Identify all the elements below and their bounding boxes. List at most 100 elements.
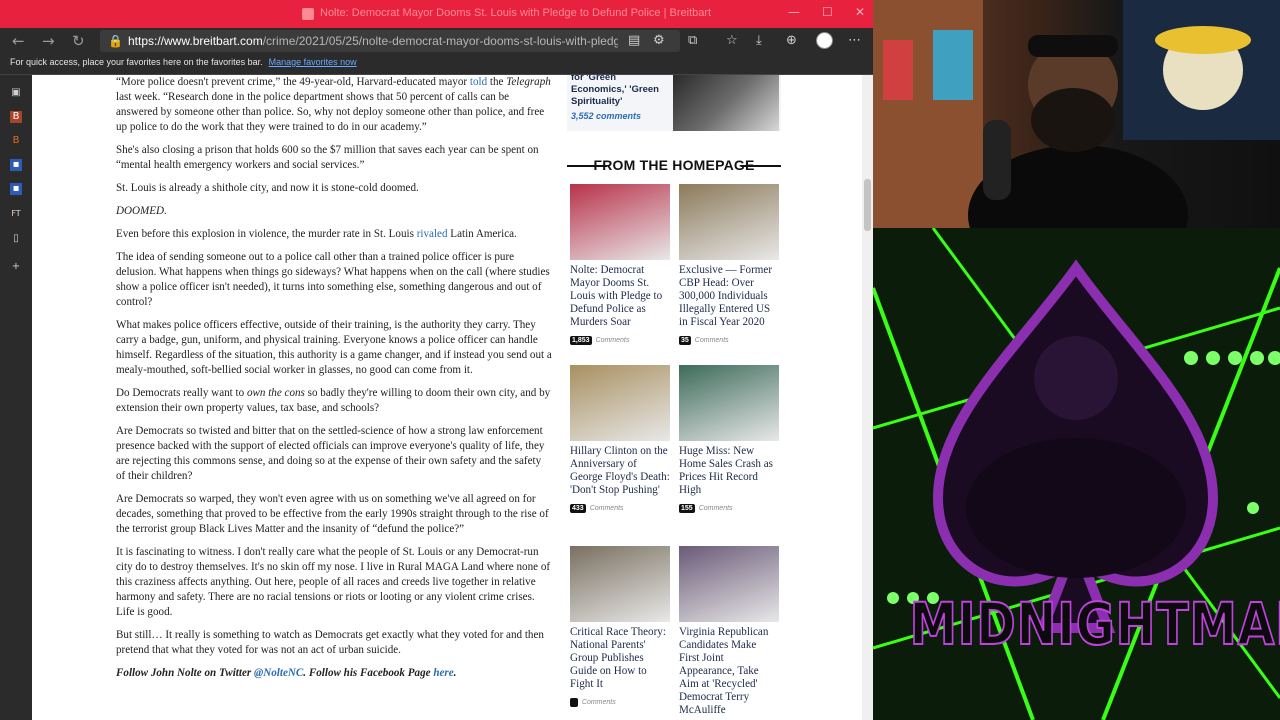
more-icon[interactable]: ⋯ [848, 33, 861, 48]
microphone [983, 120, 1011, 200]
article-paragraph: She's also closing a prison that holds 6… [116, 144, 539, 171]
homepage-card[interactable]: Nolte: Democrat Mayor Dooms St. Louis wi… [570, 184, 670, 345]
new-tab-plus-icon[interactable]: + [10, 261, 22, 273]
article-paragraph: “More police doesn't prevent crime,” the… [116, 76, 551, 133]
card-headline[interactable]: Nolte: Democrat Mayor Dooms St. Louis wi… [570, 264, 670, 329]
told-link[interactable]: told [470, 76, 487, 88]
extension-icon[interactable]: ⧉ [688, 33, 697, 48]
rivaled-link[interactable]: rivaled [417, 228, 448, 240]
card-comments[interactable]: 433 Comments [570, 499, 670, 513]
tab-document[interactable]: ▯ [10, 233, 22, 245]
favorites-bar: For quick access, place your favorites h… [0, 54, 873, 75]
card-thumbnail[interactable] [570, 365, 670, 441]
favorites-star-icon[interactable]: ☆ [726, 33, 738, 48]
streamer-beard [1031, 88, 1115, 152]
card-headline[interactable]: Hillary Clinton on the Anniversary of Ge… [570, 445, 670, 497]
card-comments[interactable]: 1,853 Comments [570, 331, 670, 345]
lock-icon: 🔒 [108, 34, 123, 48]
collections-icon[interactable]: ⊕ [786, 33, 797, 48]
card-thumbnail[interactable] [570, 184, 670, 260]
poster-left [933, 30, 973, 100]
comment-count-badge[interactable] [570, 697, 578, 707]
close-icon[interactable]: ✕ [855, 5, 865, 19]
article-body: “More police doesn't prevent crime,” the… [116, 75, 553, 689]
figure-box [883, 40, 913, 100]
author-follow-line: Follow John Nolte on Twitter @NolteNC. F… [116, 667, 457, 679]
article-paragraph: St. Louis is already a shithole city, an… [116, 182, 419, 194]
emblem-body [966, 438, 1186, 578]
card-comments[interactable]: 155 Comments [679, 499, 779, 513]
card-comments[interactable]: 35 Comments [679, 331, 779, 345]
card-thumbnail[interactable] [679, 184, 779, 260]
profile-icon[interactable] [816, 32, 833, 49]
article-paragraph: Are Democrats so warped, they won't even… [116, 493, 549, 535]
article-paragraph: What makes police officers effective, ou… [116, 319, 552, 376]
facebook-link[interactable]: here [433, 667, 453, 679]
minimize-icon[interactable]: — [788, 5, 800, 19]
homepage-card[interactable]: Huge Miss: New Home Sales Crash as Price… [679, 365, 779, 513]
forward-arrow-icon[interactable]: → [42, 32, 55, 50]
comments-label[interactable]: Comments [582, 699, 616, 706]
homepage-card[interactable]: Critical Race Theory: National Parents' … [570, 546, 670, 707]
refresh-icon[interactable]: ↻ [72, 32, 85, 50]
stream-overlay: MIDNIGHTMAN [873, 228, 1280, 720]
webcam-scene [873, 0, 1280, 228]
scroll-thumb[interactable] [864, 179, 871, 231]
homepage-card[interactable]: Virginia Republican Candidates Make Firs… [679, 546, 779, 720]
homepage-card[interactable]: Exclusive — Former CBP Head: Over 300,00… [679, 184, 779, 345]
comment-count-badge[interactable]: 155 [679, 503, 695, 513]
header-rule-right [741, 165, 781, 167]
comment-count-badge[interactable]: 433 [570, 503, 586, 513]
webcam-feed [873, 0, 1280, 228]
tracking-icon[interactable]: ⚙ [653, 33, 665, 48]
reader-mode-icon[interactable]: ▤ [628, 33, 640, 48]
article-paragraph: The idea of sending someone out to a pol… [116, 251, 550, 308]
article-paragraph: Do Democrats really want to own the cons… [116, 387, 551, 414]
twitter-handle-link[interactable]: @NolteNC [254, 667, 303, 679]
back-arrow-icon[interactable]: ← [12, 32, 25, 50]
url-text[interactable]: https://www.breitbart.com/crime/2021/05/… [128, 34, 618, 48]
comment-count-badge[interactable]: 1,853 [570, 335, 592, 345]
card-headline[interactable]: Virginia Republican Candidates Make Firs… [679, 626, 779, 717]
comments-label[interactable]: Comments [590, 505, 624, 512]
tab-breitbart-active[interactable]: B [10, 111, 22, 123]
comments-label[interactable]: Comments [596, 337, 630, 344]
browser-window: Nolte: Democrat Mayor Dooms St. Louis wi… [0, 0, 873, 720]
card-comments[interactable]: Comments [570, 693, 670, 707]
comments-label[interactable]: Comments [695, 337, 729, 344]
card-headline[interactable]: Huge Miss: New Home Sales Crash as Price… [679, 445, 779, 497]
card-thumbnail[interactable] [679, 365, 779, 441]
tab-actions-icon[interactable]: ▣ [10, 87, 22, 99]
top-story-text[interactable]: for 'Green Economics,' 'Green Spirituali… [571, 75, 671, 108]
tab-site-blue-1[interactable]: ▪ [10, 159, 22, 171]
sidebar-column: for 'Green Economics,' 'Green Spirituali… [567, 75, 781, 716]
emblem-head [1034, 336, 1118, 420]
article-paragraph: Even before this explosion in violence, … [116, 228, 517, 240]
favorites-bar-message: For quick access, place your favorites h… [10, 57, 357, 67]
article-paragraph: Are Democrats so twisted and bitter that… [116, 425, 545, 482]
article-paragraph: DOOMED. [116, 205, 167, 217]
manage-favorites-link[interactable]: Manage favorites now [269, 57, 357, 67]
card-headline[interactable]: Exclusive — Former CBP Head: Over 300,00… [679, 264, 779, 329]
downloads-icon[interactable]: ⤓ [756, 33, 762, 48]
durag [1028, 35, 1118, 57]
page-scrollbar[interactable] [862, 75, 873, 720]
maximize-icon[interactable]: ☐ [822, 5, 833, 19]
article-paragraph: But still… It really is something to wat… [116, 629, 544, 656]
top-story-card[interactable]: for 'Green Economics,' 'Green Spirituali… [567, 75, 781, 131]
title-bar: Nolte: Democrat Mayor Dooms St. Louis wi… [0, 0, 873, 28]
url-field[interactable]: 🔒 https://www.breitbart.com/crime/2021/0… [100, 30, 680, 52]
top-story-comments[interactable]: 3,552 comments [571, 111, 641, 121]
comments-label[interactable]: Comments [699, 505, 733, 512]
top-story-image[interactable] [673, 75, 779, 131]
tab-site-blue-2[interactable]: ▪ [10, 183, 22, 195]
homepage-card[interactable]: Hillary Clinton on the Anniversary of Ge… [570, 365, 670, 513]
address-bar-row: ← → ↻ 🔒 https://www.breitbart.com/crime/… [0, 28, 873, 54]
tab-breitbart[interactable]: B [10, 135, 22, 147]
card-thumbnail[interactable] [679, 546, 779, 622]
tab-ft[interactable]: FT [10, 208, 22, 220]
straw-hat [1155, 26, 1251, 54]
card-headline[interactable]: Critical Race Theory: National Parents' … [570, 626, 670, 691]
comment-count-badge[interactable]: 35 [679, 335, 691, 345]
card-thumbnail[interactable] [570, 546, 670, 622]
